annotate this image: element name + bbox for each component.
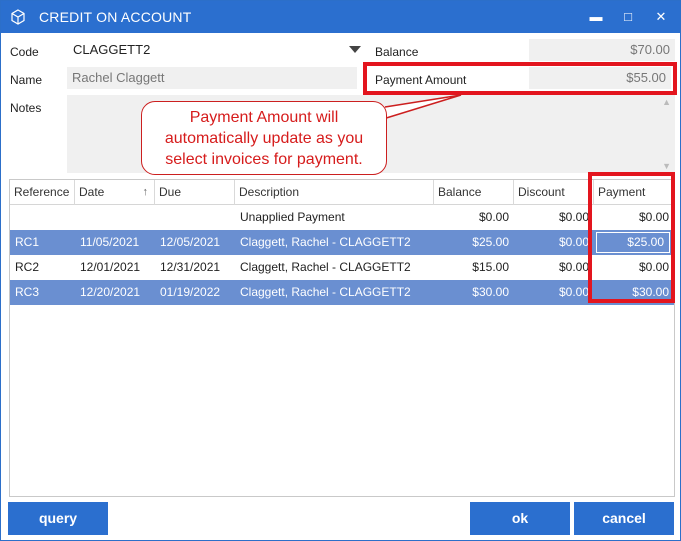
name-field[interactable]: Rachel Claggett <box>67 67 357 89</box>
cell-due: 12/31/2021 <box>160 260 221 274</box>
table-row[interactable]: RC1 11/05/2021 12/05/2021 Claggett, Rach… <box>10 230 674 255</box>
notes-label: Notes <box>10 101 42 115</box>
cell-description: Claggett, Rachel - CLAGGETT2 <box>240 285 411 299</box>
column-header-date[interactable]: Date ↑ <box>75 180 155 205</box>
cell-description: Unapplied Payment <box>240 210 345 224</box>
cell-discount: $0.00 <box>558 210 589 224</box>
column-header-due[interactable]: Due <box>155 180 235 205</box>
cell-balance: $25.00 <box>472 235 509 249</box>
callout-line-2: automatically update as you <box>164 130 364 147</box>
column-header-description[interactable]: Description <box>235 180 434 205</box>
cell-discount: $0.00 <box>558 285 589 299</box>
window-title: CREDIT ON ACCOUNT <box>39 9 192 25</box>
code-label: Code <box>10 45 39 59</box>
title-bar[interactable]: CREDIT ON ACCOUNT ▬ □ ✕ <box>1 1 680 33</box>
invoice-grid: Reference Date ↑ Due Description Balance… <box>9 179 675 497</box>
minimize-icon[interactable]: ▬ <box>585 7 607 27</box>
column-header-date-label: Date <box>79 185 105 199</box>
column-header-reference[interactable]: Reference <box>10 180 75 205</box>
column-header-balance[interactable]: Balance <box>434 180 514 205</box>
balance-label: Balance <box>375 45 419 59</box>
cell-discount: $0.00 <box>558 260 589 274</box>
cell-date <box>75 205 155 230</box>
callout-pointer <box>382 94 462 120</box>
cell-due: 01/19/2022 <box>160 285 221 299</box>
cell-description: Claggett, Rachel - CLAGGETT2 <box>240 235 411 249</box>
table-row[interactable]: RC3 12/20/2021 01/19/2022 Claggett, Rach… <box>10 280 674 305</box>
chevron-down-icon[interactable] <box>349 46 361 53</box>
payment-column-highlight <box>588 172 675 303</box>
maximize-icon[interactable]: □ <box>617 7 639 27</box>
cell-date: 12/01/2021 <box>80 260 141 274</box>
cell-date: 11/05/2021 <box>80 235 140 249</box>
cube-icon <box>11 9 25 25</box>
table-row[interactable]: Unapplied Payment $0.00 $0.00 $0.00 <box>10 205 674 230</box>
code-value: CLAGGETT2 <box>73 42 151 57</box>
close-icon[interactable]: ✕ <box>650 7 672 27</box>
cell-balance: $0.00 <box>478 210 509 224</box>
callout-note: Payment Amount will automatically update… <box>141 101 387 175</box>
cell-reference: RC2 <box>15 260 40 274</box>
cell-reference: RC1 <box>15 235 40 249</box>
cell-balance: $30.00 <box>472 285 509 299</box>
credit-on-account-window: CREDIT ON ACCOUNT ▬ □ ✕ Code CLAGGETT2 N… <box>0 0 681 541</box>
cell-balance: $15.00 <box>472 260 509 274</box>
cell-reference: RC3 <box>15 285 40 299</box>
column-header-discount[interactable]: Discount <box>514 180 594 205</box>
callout-line-3: select invoices for payment. <box>165 151 363 168</box>
query-button[interactable]: query <box>8 502 108 535</box>
sort-ascending-icon: ↑ <box>142 186 149 198</box>
cell-due <box>155 205 235 230</box>
cell-due: 12/05/2021 <box>160 235 221 249</box>
ok-button[interactable]: ok <box>470 502 570 535</box>
code-dropdown[interactable]: CLAGGETT2 <box>67 39 367 61</box>
scroll-up-icon[interactable]: ▲ <box>662 97 671 107</box>
cancel-button[interactable]: cancel <box>574 502 674 535</box>
name-label: Name <box>10 73 43 87</box>
scroll-down-icon[interactable]: ▼ <box>662 161 671 171</box>
grid-header: Reference Date ↑ Due Description Balance… <box>10 180 674 205</box>
cell-discount: $0.00 <box>558 235 589 249</box>
balance-field: $70.00 <box>529 39 675 61</box>
cell-description: Claggett, Rachel - CLAGGETT2 <box>240 260 411 274</box>
cell-date: 12/20/2021 <box>80 285 141 299</box>
callout-line-1: Payment Amount will <box>189 109 339 126</box>
table-row[interactable]: RC2 12/01/2021 12/31/2021 Claggett, Rach… <box>10 255 674 280</box>
cell-reference <box>10 205 75 230</box>
